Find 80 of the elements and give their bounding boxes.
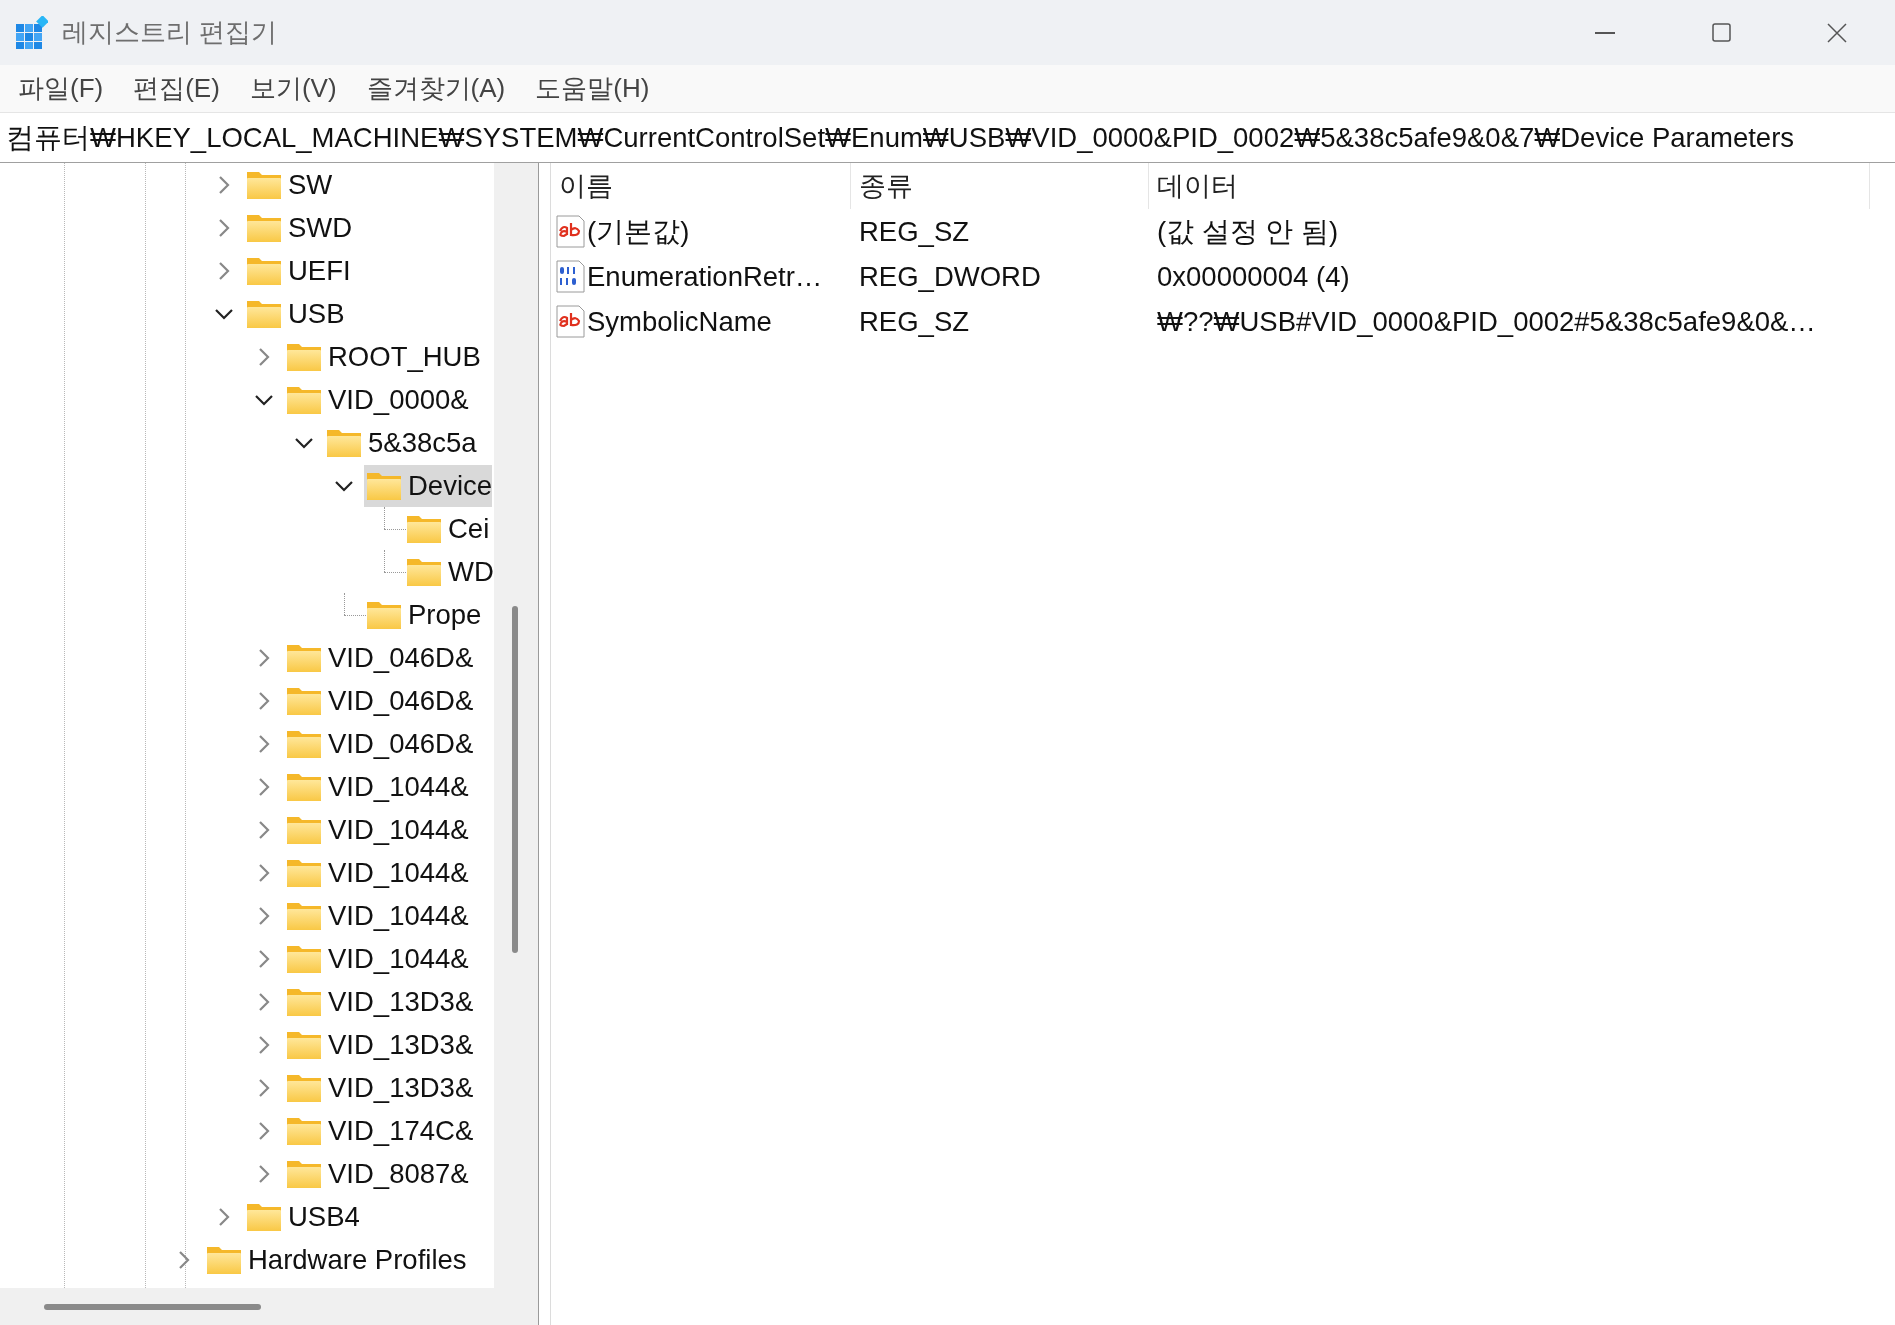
value-row[interactable]: SymbolicName REG_SZ ₩??₩USB#VID_0000&PID_0002#5&38c5afe9&0&… [551,299,1895,344]
tree-item[interactable]: VID_1044& [284,937,469,980]
folder-icon [406,556,442,587]
tree-item[interactable]: SWD [244,206,353,249]
tree-item[interactable]: VID_046D& [284,636,474,679]
folder-icon [326,427,362,458]
tree-item[interactable]: 5&38c5a [324,421,477,464]
app-icon [14,15,48,50]
tree-item[interactable]: UEFI [244,249,351,292]
maximize-icon [1710,22,1732,43]
folder-icon [246,169,282,200]
folder-icon [246,212,282,243]
menu-item[interactable]: 파일(F) [6,67,116,110]
folder-icon [286,685,322,716]
folder-icon [286,900,322,931]
tree-item[interactable]: Prope [364,593,482,636]
scrollbar-thumb[interactable] [44,1304,261,1310]
folder-icon [286,771,322,802]
tree-item[interactable]: VID_1044& [284,894,469,937]
folder-icon [286,642,322,673]
tree-item[interactable]: SW [244,163,333,206]
scrollbar-thumb[interactable] [512,606,518,953]
value-type: REG_SZ [858,305,970,337]
folder-icon [246,255,282,286]
tree-item[interactable]: ROOT_HUB [284,335,481,378]
folder-icon [246,1201,282,1232]
menu-item[interactable]: 편집(E) [121,67,232,110]
menu-item[interactable]: 도움말(H) [523,67,662,110]
tree-item[interactable]: VID_1044& [284,765,469,808]
tree-item[interactable]: VID_1044& [284,851,469,894]
folder-icon [286,857,322,888]
tree-item[interactable]: VID_13D3& [284,1066,474,1109]
value-data: ₩??₩USB#VID_0000&PID_0002#5&38c5afe9&0&… [1156,305,1816,337]
tree-item[interactable]: Device [364,464,493,507]
tree-item[interactable]: Hardware Profiles [204,1238,467,1281]
value-data: (값 설정 안 됨) [1156,215,1339,247]
string-value-icon [555,215,585,248]
folder-icon [366,470,402,501]
folder-icon [286,1072,322,1103]
value-type: REG_DWORD [858,260,1041,292]
folder-icon [286,384,322,415]
folder-icon [286,1029,322,1060]
value-row[interactable]: EnumerationRetr… REG_DWORD 0x00000004 (4) [551,254,1895,299]
tree-item[interactable]: VID_13D3& [284,980,474,1023]
value-data: 0x00000004 (4) [1156,260,1350,292]
folder-icon [406,513,442,544]
folder-icon [286,986,322,1017]
binary-value-icon [555,260,585,293]
address-field[interactable]: 컴퓨터₩HKEY_LOCAL_MACHINE₩SYSTEM₩CurrentControlSet₩Enum₩USB₩VID_0000&PID_0002₩5&38c5afe9&0&7₩Device Parameters [6,116,1795,159]
tree-item[interactable]: Cei [404,507,490,550]
tree-item[interactable]: VID_0000& [284,378,469,421]
tree-item[interactable]: USB [244,292,345,335]
window-title: 레지스트리 편집기 [62,16,278,49]
folder-icon [366,599,402,630]
value-name: SymbolicName [587,304,772,339]
tree-item[interactable]: VID_8087& [284,1152,469,1195]
tree-item[interactable]: WD [404,550,494,593]
value-name: (기본값) [587,214,690,249]
value-name: EnumerationRetr… [587,259,823,294]
folder-icon [286,1158,322,1189]
minimize-icon [1595,31,1615,34]
folder-icon [286,943,322,974]
menu-item[interactable]: 보기(V) [237,67,349,110]
tree-item[interactable]: VID_1044& [284,808,469,851]
folder-icon [246,298,282,329]
folder-icon [286,1115,322,1146]
value-type: REG_SZ [858,215,970,247]
tree-item[interactable]: VID_046D& [284,722,474,765]
folder-icon [286,814,322,845]
value-row[interactable]: (기본값) REG_SZ (값 설정 안 됨) [551,209,1895,254]
folder-icon [286,728,322,759]
tree-item[interactable]: VID_174C& [284,1109,474,1152]
string-value-icon [555,305,585,338]
folder-icon [206,1244,242,1275]
tree-item[interactable]: VID_13D3& [284,1023,474,1066]
tree-item[interactable]: VID_046D& [284,679,474,722]
menu-item[interactable]: 즐겨찾기(A) [354,67,518,110]
close-icon [1826,21,1848,44]
tree-item[interactable]: USB4 [244,1195,360,1238]
folder-icon [286,341,322,372]
